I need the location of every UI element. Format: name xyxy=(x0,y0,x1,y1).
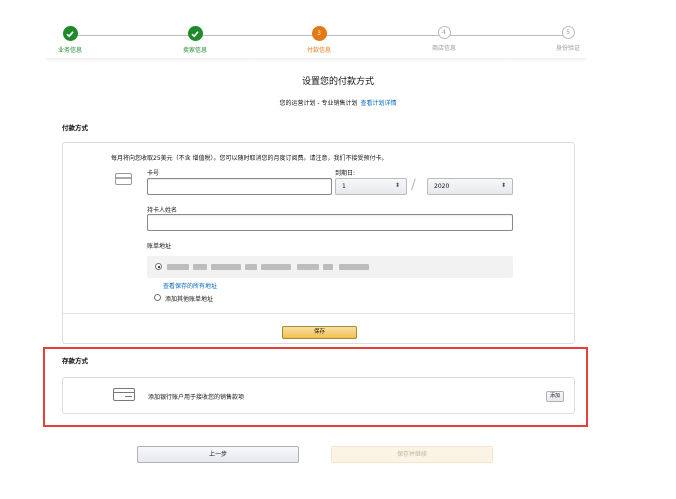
progress-stepper: 业务信息 卖家信息 3 付款信息 4 商店信息 5 身份验证 xyxy=(0,0,676,62)
step-number: 5 xyxy=(561,26,575,39)
billing-address-label: 账单地址 xyxy=(147,243,172,250)
step-label: 卖家信息 xyxy=(182,47,207,54)
address-radio-selected[interactable] xyxy=(155,263,162,270)
check-icon xyxy=(187,26,203,41)
expiry-year-select[interactable]: 2020 ⬍ xyxy=(427,178,513,195)
step-number: 3 xyxy=(311,26,327,41)
redacted-address xyxy=(339,264,369,270)
step-label: 业务信息 xyxy=(57,47,82,54)
view-saved-addresses-link[interactable]: 查看保存的所有地址 xyxy=(163,281,217,290)
credit-card-icon xyxy=(115,173,132,185)
add-billing-address-label[interactable]: 添加其他账单地址 xyxy=(165,294,213,303)
saved-address-option[interactable] xyxy=(147,256,513,278)
step-identity-verification: 5 身份验证 xyxy=(528,26,608,52)
date-separator: / xyxy=(411,177,416,193)
deposit-text: 添加银行账户用于接收您的销售款项 xyxy=(148,394,245,401)
step-label: 付款信息 xyxy=(306,47,331,54)
save-and-continue-button[interactable]: 保存并继续 xyxy=(331,446,493,463)
step-store-info: 4 商店信息 xyxy=(404,26,484,52)
step-label: 商店信息 xyxy=(431,45,456,52)
select-arrows-icon: ⬍ xyxy=(394,182,400,189)
payment-info-text: 每月将向您收取25美元（不含 增值税）。您可以随时取消您的月度订阅费。请注意，我… xyxy=(111,155,388,162)
redacted-address xyxy=(297,264,319,270)
stepper-shadow xyxy=(46,58,586,62)
cardholder-name-input[interactable] xyxy=(147,214,513,231)
redacted-address xyxy=(167,264,189,270)
add-address-radio[interactable] xyxy=(154,294,161,301)
save-button[interactable]: 保存 xyxy=(282,326,357,339)
plan-text: 您的运营计划 - 专业销售计划 xyxy=(279,100,358,107)
redacted-address xyxy=(211,264,241,270)
cardholder-name-label: 持卡人姓名 xyxy=(147,207,178,214)
view-plan-details-link[interactable]: 查看计划详情 xyxy=(360,100,396,107)
add-bank-account-button[interactable]: 添加 xyxy=(546,391,564,402)
redacted-address xyxy=(193,264,207,270)
check-icon xyxy=(62,26,78,41)
panel-divider xyxy=(63,313,574,314)
step-seller-info: 卖家信息 xyxy=(155,26,235,54)
deposit-panel: 添加银行账户用于接收您的销售款项 添加 xyxy=(62,377,575,414)
page-title: 设置您的付款方式 xyxy=(301,77,374,87)
bank-card-icon xyxy=(113,388,135,401)
plan-line: 您的运营计划 - 专业销售计划 查看计划详情 xyxy=(0,98,676,107)
expiry-label: 到期日: xyxy=(335,170,356,177)
expiry-month-select[interactable]: 1 ⬍ xyxy=(335,178,407,195)
card-number-input[interactable] xyxy=(147,178,332,195)
payment-section-label: 付款方式 xyxy=(62,124,88,132)
redacted-address xyxy=(261,264,291,270)
step-label: 身份验证 xyxy=(555,45,580,52)
deposit-section-label: 存款方式 xyxy=(62,357,88,365)
card-number-label: 卡号 xyxy=(147,170,160,177)
redacted-address xyxy=(245,264,257,270)
previous-button[interactable]: 上一步 xyxy=(137,446,299,463)
step-number: 4 xyxy=(437,26,451,39)
redacted-address xyxy=(323,264,333,270)
expiry-month-value: 1 xyxy=(342,183,346,190)
step-payment-info: 3 付款信息 xyxy=(279,26,359,54)
select-arrows-icon: ⬍ xyxy=(500,182,506,189)
step-business-info: 业务信息 xyxy=(30,26,110,54)
payment-panel: 每月将向您收取25美元（不含 增值税）。您可以随时取消您的月度订阅费。请注意，我… xyxy=(62,142,575,344)
expiry-year-value: 2020 xyxy=(434,183,450,190)
